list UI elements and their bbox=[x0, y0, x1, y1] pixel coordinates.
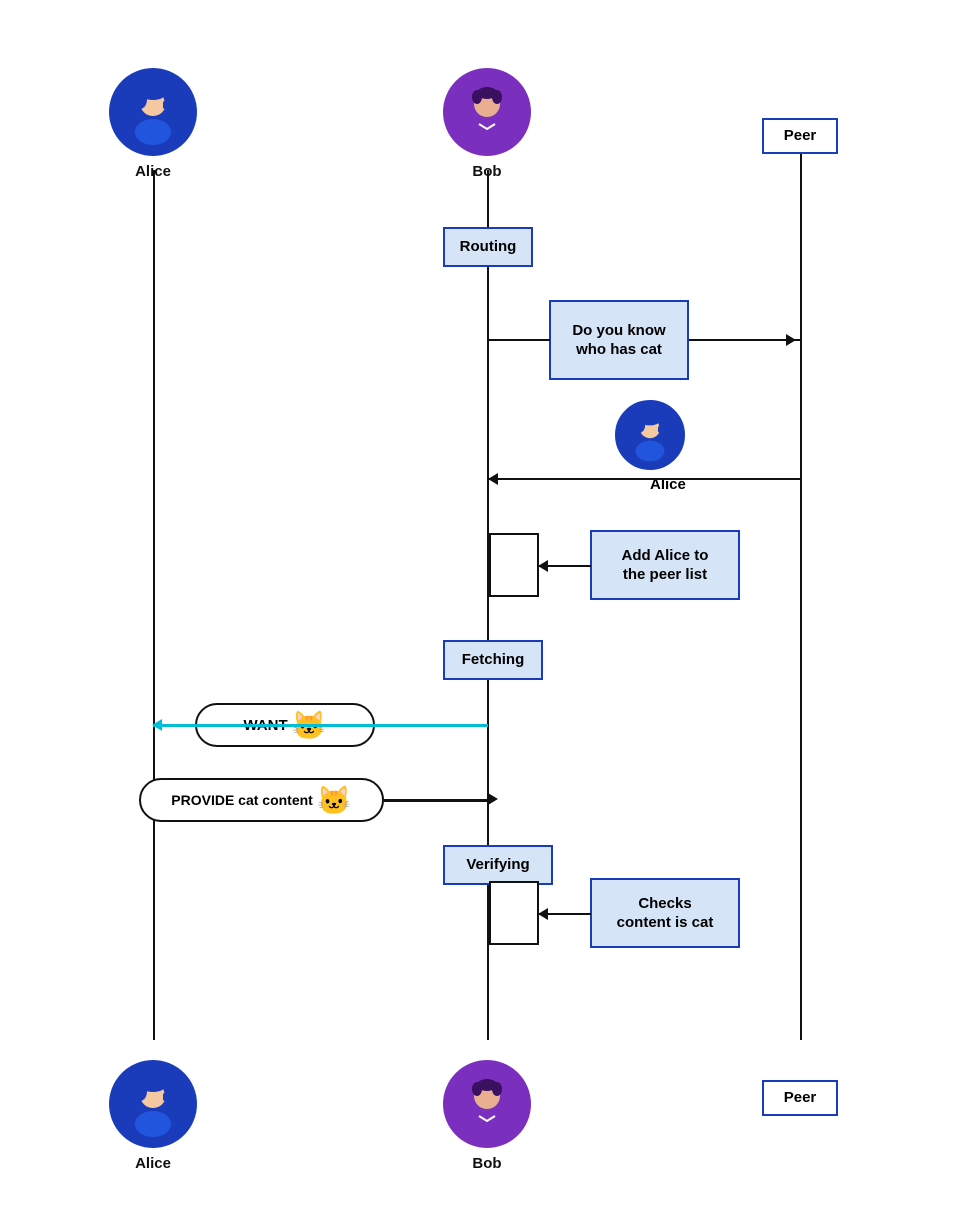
checks-arrow bbox=[539, 913, 591, 915]
routing-h-line1 bbox=[488, 339, 550, 341]
alice-bottom-avatar bbox=[109, 1060, 197, 1148]
checks-box: Checks content is cat bbox=[590, 878, 740, 948]
verifying-box: Verifying bbox=[443, 845, 553, 885]
alice-top-label: Alice bbox=[109, 163, 197, 180]
fetching-box: Fetching bbox=[443, 640, 543, 680]
bob-bottom-avatar bbox=[443, 1060, 531, 1148]
do-you-know-box: Do you know who has cat bbox=[549, 300, 689, 380]
alice-top-avatar bbox=[109, 68, 197, 156]
bob-bottom-label: Bob bbox=[443, 1155, 531, 1172]
provide-pill: PROVIDE cat content 🐱 bbox=[139, 778, 384, 822]
add-alice-arrow bbox=[539, 565, 591, 567]
alice-bottom-label: Alice bbox=[109, 1155, 197, 1172]
provide-line bbox=[384, 799, 488, 802]
bob-internal-box2 bbox=[489, 881, 539, 945]
provide-arrowhead bbox=[488, 793, 504, 805]
alice-response-arrow bbox=[489, 478, 801, 480]
routing-box: Routing bbox=[443, 227, 533, 267]
peer-vline bbox=[800, 150, 802, 1040]
sequence-diagram: Alice Bob Peer Routing Do you know who h… bbox=[0, 0, 956, 1208]
bob-internal-box1 bbox=[489, 533, 539, 597]
want-arrow bbox=[153, 724, 488, 727]
peer-bottom-box: Peer bbox=[762, 1080, 838, 1116]
alice-mid-avatar bbox=[615, 400, 685, 470]
alice-vline bbox=[153, 170, 155, 1040]
bob-top-avatar bbox=[443, 68, 531, 156]
routing-arrow-right bbox=[689, 339, 801, 341]
bob-top-label: Bob bbox=[443, 163, 531, 180]
add-alice-box: Add Alice to the peer list bbox=[590, 530, 740, 600]
peer-top-box: Peer bbox=[762, 118, 838, 154]
